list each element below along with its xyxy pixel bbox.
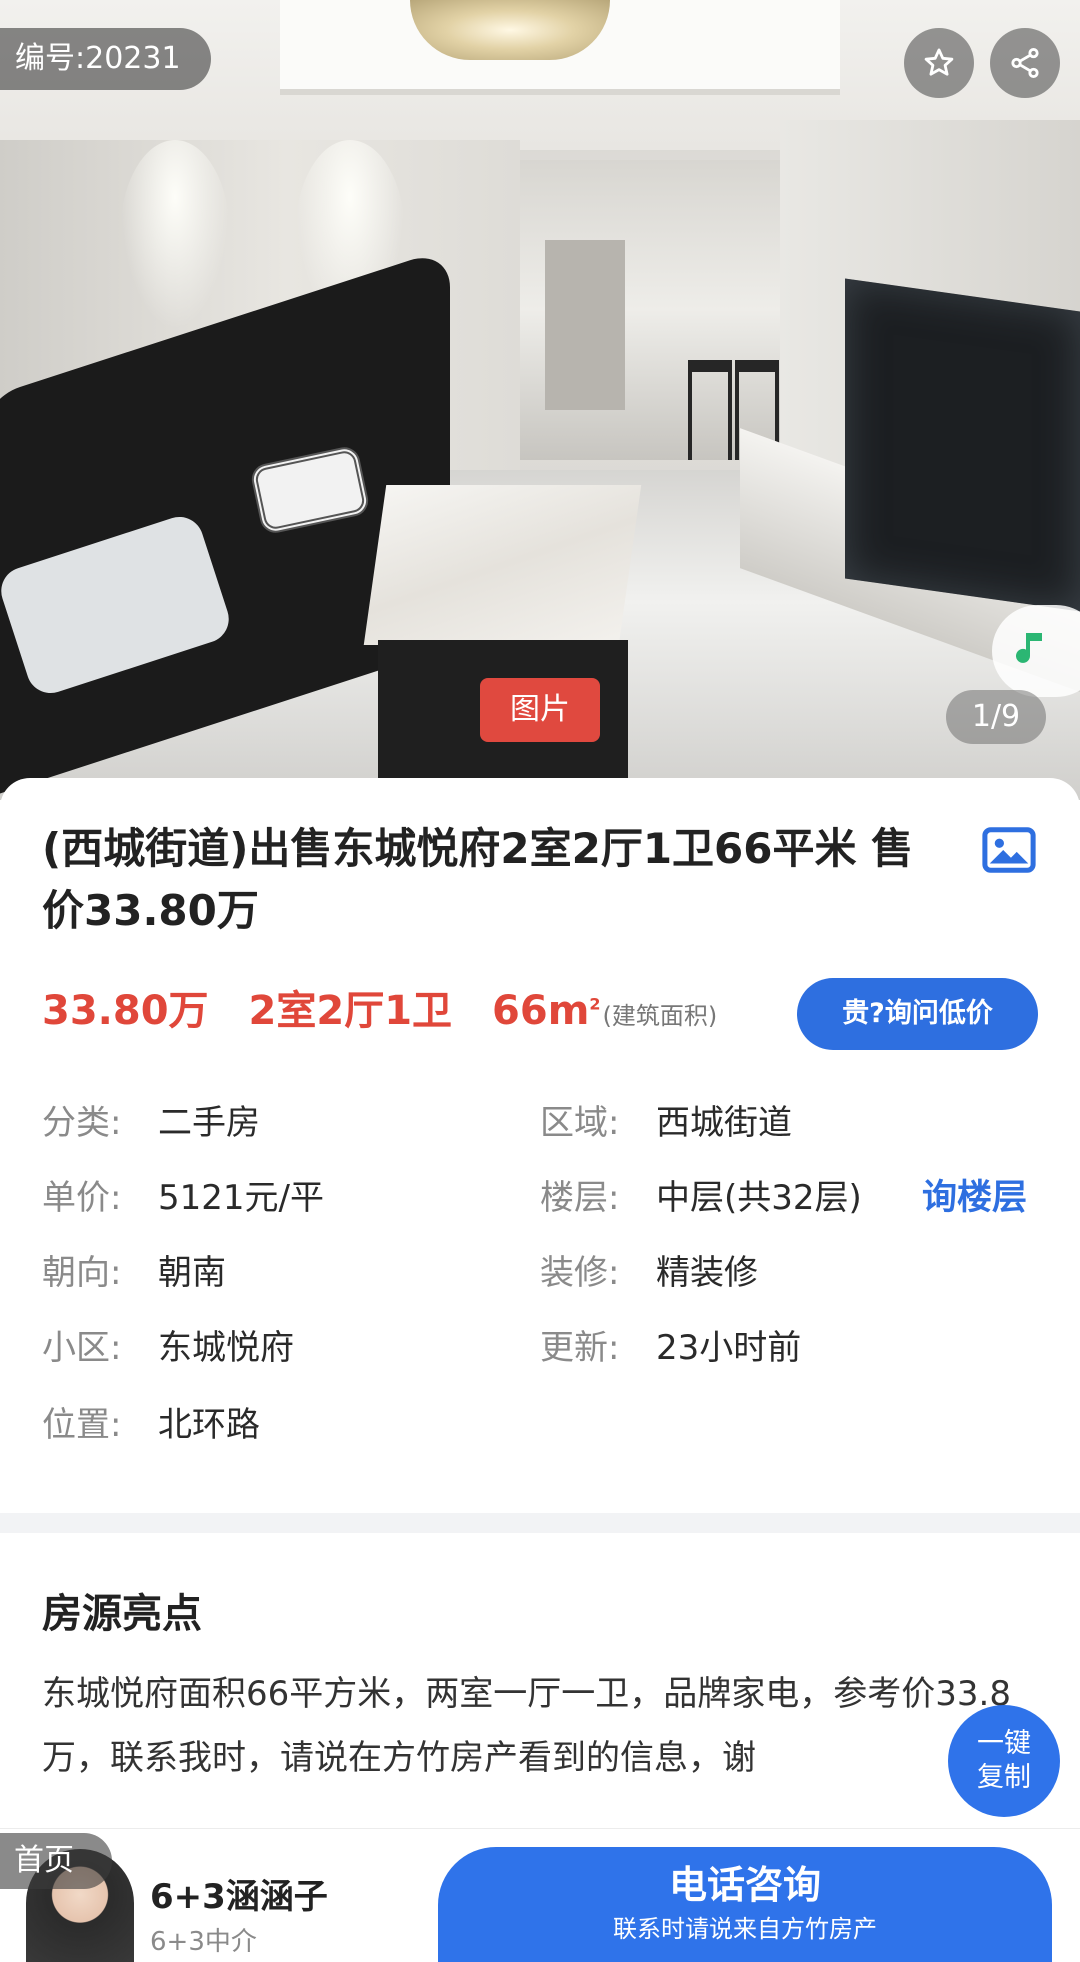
- ask-low-price-button[interactable]: 贵?询问低价: [797, 978, 1038, 1050]
- area-note: (建筑面积): [602, 1002, 718, 1030]
- phone-consult-button[interactable]: 电话咨询 联系时请说来自方竹房产: [438, 1847, 1052, 1962]
- bottom-contact-bar: 首页 6+3涵涵子 6+3中介 电话咨询 联系时请说来自方竹房产: [0, 1828, 1080, 1962]
- area-value: 66m2: [492, 988, 601, 1034]
- listing-info-card: (西城街道)出售东城悦府2室2厅1卫66平米 售价33.80万 33.80万 2…: [0, 778, 1080, 1513]
- share-button[interactable]: [990, 28, 1060, 98]
- music-button[interactable]: [992, 605, 1080, 697]
- room-layout: 2室2厅1卫: [248, 988, 453, 1034]
- ask-floor-link[interactable]: 询楼层: [922, 1173, 1027, 1223]
- section-divider: [0, 1513, 1080, 1533]
- gallery-icon[interactable]: [982, 826, 1036, 874]
- attr-orientation: 朝向: 朝南: [42, 1253, 226, 1293]
- attr-unit-price: 单价: 5121元/平: [42, 1178, 324, 1218]
- copy-button-line2: 复制: [977, 1762, 1031, 1793]
- attr-community: 小区: 东城悦府: [42, 1328, 294, 1368]
- agent-company: 6+3中介: [150, 1927, 257, 1957]
- photo-tv: [845, 278, 1080, 612]
- photo-type-tag[interactable]: 图片: [480, 678, 600, 742]
- attr-location: 位置: 北环路: [42, 1405, 260, 1445]
- listing-title: (西城街道)出售东城悦府2室2厅1卫66平米 售价33.80万: [42, 824, 914, 935]
- photo-chandelier: [410, 0, 610, 60]
- copy-button[interactable]: 一键 复制: [948, 1705, 1060, 1817]
- highlights-title: 房源亮点: [42, 1591, 202, 1637]
- music-note-icon: [1016, 633, 1042, 663]
- attr-floor: 楼层: 中层(共32层): [540, 1178, 862, 1218]
- highlights-text: 东城悦府面积66平方米，两室一厅一卫，品牌家电，参考价33.8万，联系我时，请说…: [42, 1674, 1011, 1778]
- photo-door: [545, 240, 625, 410]
- attr-district: 区域: 西城街道: [540, 1103, 792, 1143]
- attr-updated: 更新: 23小时前: [540, 1328, 802, 1368]
- copy-button-line1: 一键: [977, 1728, 1031, 1759]
- favorite-button[interactable]: [904, 28, 974, 98]
- phone-consult-sublabel: 联系时请说来自方竹房产: [613, 1915, 877, 1943]
- home-button[interactable]: 首页: [0, 1833, 112, 1889]
- photo-counter: 1/9: [946, 690, 1046, 744]
- phone-consult-label: 电话咨询: [668, 1863, 821, 1907]
- photo-bar-stool: [688, 360, 732, 460]
- photo-light-spot: [120, 140, 230, 330]
- listing-photo[interactable]: 编号:20231 图片 1/9: [0, 0, 1080, 800]
- photo-coffee-table: [363, 485, 642, 645]
- star-icon: [924, 48, 954, 76]
- listing-id-badge: 编号:20231: [0, 28, 211, 90]
- price-row: 33.80万 2室2厅1卫 66m2 (建筑面积): [42, 978, 717, 1038]
- agent-name: 6+3涵涵子: [150, 1877, 328, 1917]
- share-icon: [1011, 47, 1039, 79]
- total-price: 33.80万: [42, 988, 209, 1034]
- attr-decoration: 装修: 精装修: [540, 1253, 758, 1293]
- attr-category: 分类: 二手房: [42, 1103, 260, 1143]
